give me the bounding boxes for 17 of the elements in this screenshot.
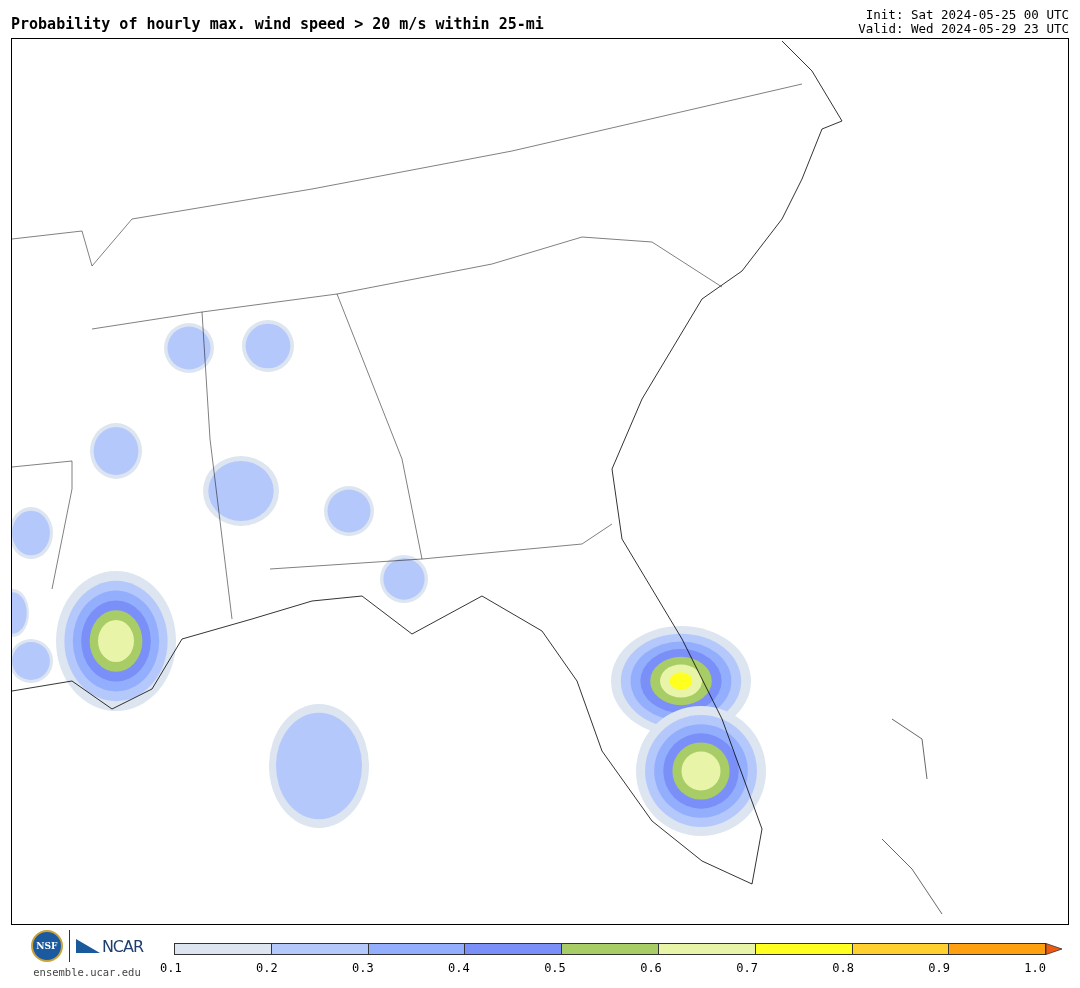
tick-label: 0.9 bbox=[928, 961, 950, 975]
init-time: Init: Sat 2024-05-25 00 UTC bbox=[865, 8, 1069, 22]
valid-time: Valid: Wed 2024-05-29 23 UTC bbox=[858, 22, 1069, 36]
wedge-icon bbox=[75, 937, 100, 955]
tick-label: 0.8 bbox=[832, 961, 854, 975]
nsf-logo: NSF bbox=[30, 930, 63, 962]
tick-label: 0.7 bbox=[736, 961, 758, 975]
chart-title: Probability of hourly max. wind speed > 20 m/s within 25-mi bbox=[11, 15, 544, 35]
tick-label: 0.2 bbox=[256, 961, 278, 975]
tick-label: 0.1 bbox=[160, 961, 182, 975]
tick-label: 0.6 bbox=[640, 961, 662, 975]
tick-label: 0.3 bbox=[352, 961, 374, 975]
tick-label: 1.0 bbox=[1024, 961, 1046, 975]
tick-label: 0.4 bbox=[448, 961, 470, 975]
website-url: ensemble.ucar.edu bbox=[33, 966, 141, 978]
tick-label: 0.5 bbox=[544, 961, 566, 975]
ncar-logo: NCAR bbox=[75, 936, 144, 956]
